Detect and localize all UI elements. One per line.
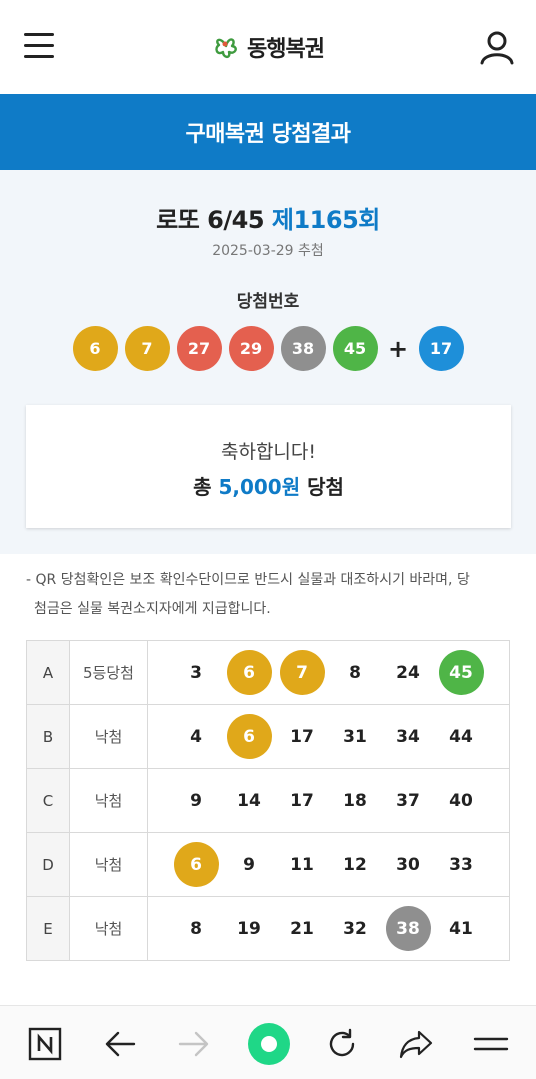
game-numbers-cell: 9 14 17 18 37 40 xyxy=(147,768,510,833)
purchased-games-table: A 5등당첨 3 6 7 8 24 45 B 낙첨 4 6 17 31 34 44 C 낙첨 9 14 17 18 37 40… xyxy=(26,640,510,961)
game-number: 8 xyxy=(349,662,361,683)
game-number: 30 xyxy=(396,854,420,875)
game-numbers: 6 9 11 12 30 33 xyxy=(148,842,509,887)
forward-arrow-icon[interactable] xyxy=(174,1024,214,1064)
refresh-icon[interactable] xyxy=(322,1024,362,1064)
game-row: B 낙첨 4 6 17 31 34 44 xyxy=(26,704,510,769)
game-number: 14 xyxy=(237,790,261,811)
user-icon[interactable] xyxy=(478,28,516,66)
game-number: 11 xyxy=(290,854,314,875)
game-slot-label: E xyxy=(26,896,70,961)
qr-notice: - QR 당첨확인은 보조 확인수단이므로 반드시 실물과 대조하시기 바라며,… xyxy=(26,566,510,624)
hamburger-menu-icon[interactable] xyxy=(24,33,56,59)
page-title-bar: 구매복권 당첨결과 xyxy=(0,94,536,170)
browser-toolbar xyxy=(0,1005,536,1079)
matched-number-ball: 6 xyxy=(173,842,219,887)
app-header: 동행복권 xyxy=(0,0,536,94)
game-number: 17 xyxy=(290,790,314,811)
round-number: 제1165회 xyxy=(271,206,380,234)
game-number: 37 xyxy=(396,790,420,811)
game-number: 41 xyxy=(449,918,473,939)
game-number: 32 xyxy=(343,918,367,939)
congrats-text: 축하합니다! xyxy=(220,441,317,463)
draw-result-section: 로또 6/45 제1165회 2025-03-29 추첨 당첨번호 6 7 27 29… xyxy=(0,170,536,554)
game-numbers-cell: 6 9 11 12 30 33 xyxy=(147,832,510,897)
game-number: 19 xyxy=(237,918,261,939)
prize-suffix: 당첨 xyxy=(307,475,344,499)
matched-number-ball: 7 xyxy=(279,650,325,695)
page-title: 구매복권 당첨결과 xyxy=(185,122,351,147)
prize-amount: 5,000원 xyxy=(218,475,301,499)
logo-text: 동행복권 xyxy=(247,37,325,62)
winning-ball: 45 xyxy=(332,326,378,371)
game-row: D 낙첨 6 9 11 12 30 33 xyxy=(26,832,510,897)
matched-number-ball: 45 xyxy=(438,650,484,695)
matched-number-ball: 6 xyxy=(226,714,272,759)
game-number: 3 xyxy=(190,662,202,683)
prize-box: 축하합니다! 총 5,000원 당첨 xyxy=(26,405,511,528)
game-number: 31 xyxy=(343,726,367,747)
naver-n-icon[interactable] xyxy=(25,1024,65,1064)
matched-number-ball: 6 xyxy=(226,650,272,695)
game-rank-label: 낙첨 xyxy=(69,768,148,833)
winning-numbers: 6 7 27 29 38 45 +17 xyxy=(0,326,536,371)
game-slot-label: A xyxy=(26,640,70,705)
game-rank-label: 낙첨 xyxy=(69,704,148,769)
matched-number-ball: 38 xyxy=(385,906,431,951)
prize-summary: 총 5,000원 당첨 xyxy=(26,471,511,500)
winning-ball: 29 xyxy=(228,326,274,371)
game-row: C 낙첨 9 14 17 18 37 40 xyxy=(26,768,510,833)
game-numbers: 8 19 21 32 38 41 xyxy=(148,906,509,951)
game-number: 12 xyxy=(343,854,367,875)
game-slot-label: D xyxy=(26,832,70,897)
lottery-name: 로또 6/45 xyxy=(156,206,265,234)
game-numbers: 9 14 17 18 37 40 xyxy=(148,778,509,823)
game-number: 40 xyxy=(449,790,473,811)
winning-ball: 27 xyxy=(176,326,222,371)
game-number: 33 xyxy=(449,854,473,875)
game-number: 9 xyxy=(243,854,255,875)
game-number: 18 xyxy=(343,790,367,811)
game-number: 9 xyxy=(190,790,202,811)
game-number: 44 xyxy=(449,726,473,747)
menu-icon[interactable] xyxy=(471,1024,511,1064)
winning-ball: 6 xyxy=(72,326,118,371)
game-numbers-cell: 8 19 21 32 38 41 xyxy=(147,896,510,961)
prize-prefix: 총 xyxy=(193,475,212,499)
winning-ball: 38 xyxy=(280,326,326,371)
game-row: A 5등당첨 3 6 7 8 24 45 xyxy=(26,640,510,705)
game-number: 4 xyxy=(190,726,202,747)
share-icon[interactable] xyxy=(396,1024,436,1064)
game-slot-label: B xyxy=(26,704,70,769)
game-numbers-cell: 3 6 7 8 24 45 xyxy=(147,640,510,705)
game-number: 24 xyxy=(396,662,420,683)
game-numbers: 3 6 7 8 24 45 xyxy=(148,650,509,695)
game-number: 8 xyxy=(190,918,202,939)
game-rank-label: 낙첨 xyxy=(69,896,148,961)
logo[interactable]: 동행복권 xyxy=(211,30,325,64)
notice-line-2: 첨금은 실물 복권소지자에게 지급합니다. xyxy=(34,601,271,617)
notice-line-1: - QR 당첨확인은 보조 확인수단이므로 반드시 실물과 대조하시기 바라며,… xyxy=(26,572,470,588)
home-circle-icon[interactable] xyxy=(246,1021,292,1067)
game-number: 34 xyxy=(396,726,420,747)
game-rank-label: 5등당첨 xyxy=(69,640,148,705)
game-row: E 낙첨 8 19 21 32 38 41 xyxy=(26,896,510,961)
game-numbers: 4 6 17 31 34 44 xyxy=(148,714,509,759)
game-numbers-cell: 4 6 17 31 34 44 xyxy=(147,704,510,769)
bonus-ball: 17 xyxy=(418,326,464,371)
round-title: 로또 6/45 제1165회 xyxy=(0,200,536,235)
game-rank-label: 낙첨 xyxy=(69,832,148,897)
clover-logo-icon xyxy=(215,38,237,59)
draw-date: 2025-03-29 추첨 xyxy=(212,243,324,259)
winning-ball: 7 xyxy=(124,326,170,371)
winning-numbers-label: 당첨번호 xyxy=(236,292,300,312)
game-number: 17 xyxy=(290,726,314,747)
back-arrow-icon[interactable] xyxy=(100,1024,140,1064)
game-number: 21 xyxy=(290,918,314,939)
bonus-plus-sign: + xyxy=(387,334,409,363)
game-slot-label: C xyxy=(26,768,70,833)
